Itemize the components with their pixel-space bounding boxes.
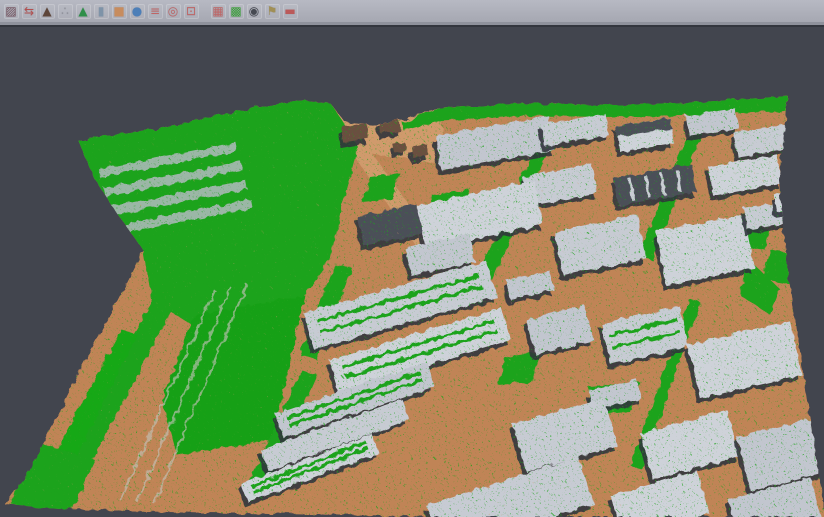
globe-3d-icon[interactable]: ● xyxy=(130,4,145,19)
select-region-icon[interactable]: ▨ xyxy=(4,4,19,19)
classification-palette-icon[interactable]: ▩ xyxy=(229,4,244,19)
camera-view-icon[interactable]: ◉ xyxy=(247,4,262,19)
ortho-tile-icon[interactable]: ■ xyxy=(112,4,127,19)
measure-flag-icon[interactable]: ⚑ xyxy=(265,4,280,19)
target-center-icon[interactable]: ◎ xyxy=(166,4,181,19)
point-density-icon[interactable]: ∴ xyxy=(58,4,73,19)
layer-list-icon[interactable]: ≡ xyxy=(148,4,163,19)
point-cloud-scene xyxy=(0,27,824,517)
vegetation-layer-icon[interactable]: ▲ xyxy=(76,4,91,19)
zoom-extent-icon[interactable]: ⊡ xyxy=(184,4,199,19)
profile-view-icon[interactable]: ▮ xyxy=(94,4,109,19)
clip-slice-icon[interactable]: ▬ xyxy=(283,4,298,19)
terrain-elevation-icon[interactable]: ▲ xyxy=(40,4,55,19)
toolbar: ▨⇆▲∴▲▮■●≡◎⊡▦▩◉⚑▬ xyxy=(0,0,824,22)
swap-view-icon[interactable]: ⇆ xyxy=(22,4,37,19)
grid-tiles-icon[interactable]: ▦ xyxy=(211,4,226,19)
viewport-3d[interactable] xyxy=(0,25,824,517)
application-window: ▨⇆▲∴▲▮■●≡◎⊡▦▩◉⚑▬ xyxy=(0,0,824,517)
